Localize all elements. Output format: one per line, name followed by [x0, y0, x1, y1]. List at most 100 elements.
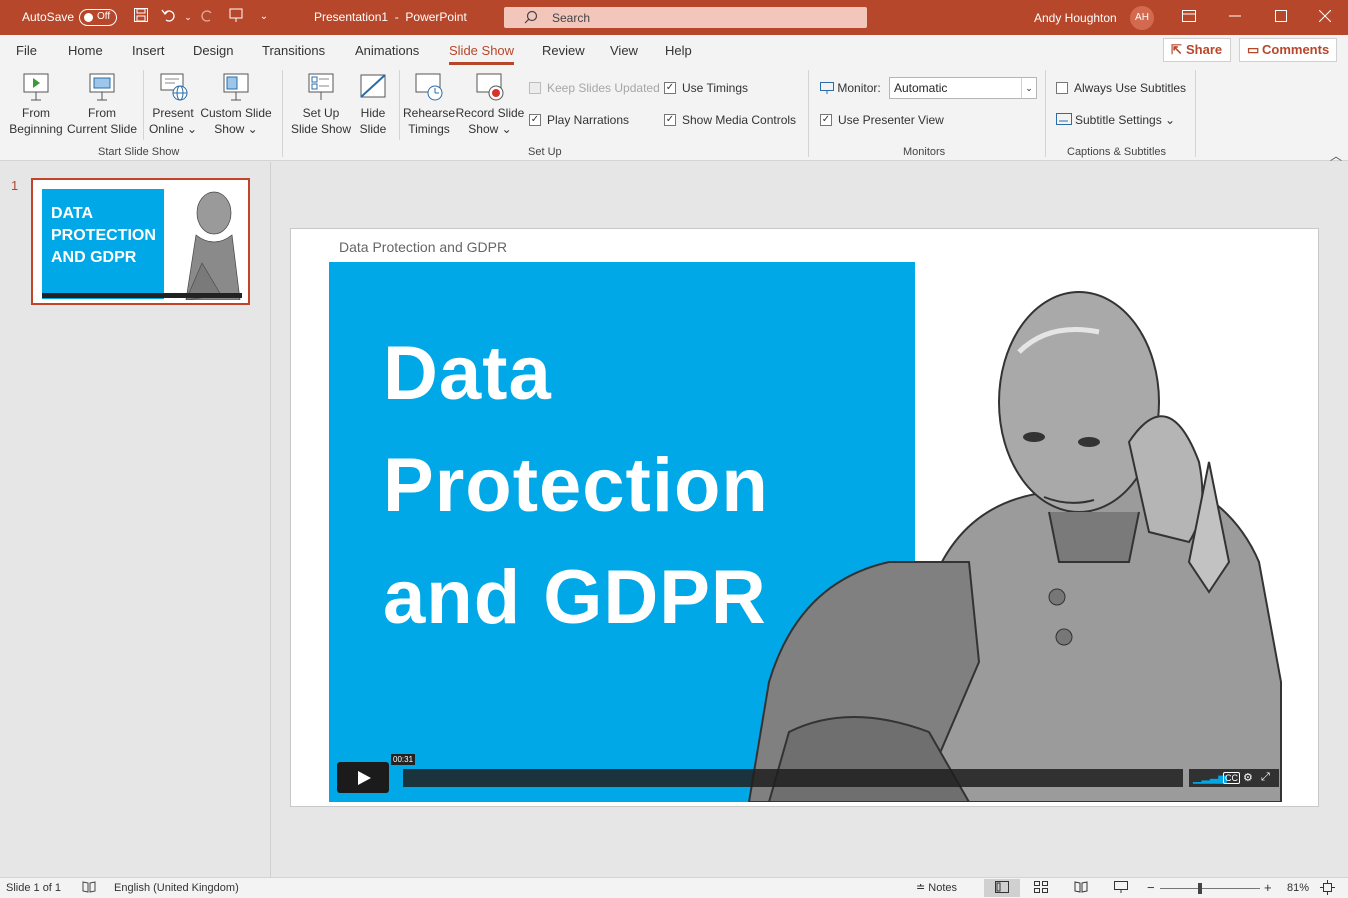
- tab-review[interactable]: Review: [542, 43, 585, 58]
- slide-canvas[interactable]: Data Protection and GDPR Data Protection: [290, 228, 1319, 807]
- checkbox-box: [1056, 82, 1068, 94]
- comments-button[interactable]: ▭ Comments: [1239, 38, 1337, 62]
- subtitle-settings-label: Subtitle Settings ⌄: [1075, 113, 1176, 127]
- play-narrations-label: Play Narrations: [547, 113, 630, 127]
- group-label-monitors: Monitors: [903, 146, 946, 158]
- tab-design[interactable]: Design: [193, 43, 233, 58]
- title-separator: -: [394, 10, 399, 24]
- language-indicator[interactable]: English (United Kingdom): [114, 882, 239, 894]
- always-use-subtitles-label: Always Use Subtitles: [1074, 81, 1187, 95]
- keep-slides-updated-label: Keep Slides Updated: [547, 81, 660, 95]
- zoom-out-icon[interactable]: −: [1147, 880, 1155, 895]
- from-beginning-button[interactable]: From Beginning: [6, 71, 66, 137]
- share-button[interactable]: ⇱ Share: [1163, 38, 1231, 62]
- subtitle-settings-icon: [1056, 113, 1072, 125]
- tab-animations[interactable]: Animations: [355, 43, 419, 58]
- slide-number: 1: [11, 178, 19, 193]
- slideshow-view-icon[interactable]: [1114, 881, 1128, 896]
- custom-show-label-1: Custom Slide: [200, 106, 272, 120]
- play-icon[interactable]: [337, 762, 389, 793]
- use-timings-label: Use Timings: [682, 81, 749, 95]
- slide-sorter-icon[interactable]: [1034, 881, 1048, 896]
- embedded-video[interactable]: Data Protection and GDPR 00:31 ▁▂▃▅ CC ⚙…: [329, 262, 1284, 802]
- notes-button[interactable]: ≐ Notes: [916, 881, 957, 894]
- tab-file[interactable]: File: [16, 43, 37, 58]
- set-up-label-2: Slide Show: [290, 122, 352, 136]
- slide-thumbnail[interactable]: DATA PROTECTION AND GDPR: [31, 178, 250, 305]
- zoom-level[interactable]: 81%: [1287, 882, 1309, 894]
- hide-slide-icon: [360, 74, 386, 98]
- hide-slide-button[interactable]: Hide Slide: [354, 71, 392, 137]
- minimize-icon[interactable]: [1212, 0, 1258, 35]
- monitor-label-text: Monitor:: [837, 81, 881, 95]
- record-label-2: Show ⌄: [468, 122, 512, 136]
- svg-text:PROTECTION: PROTECTION: [51, 227, 156, 244]
- present-online-label-1: Present: [152, 106, 194, 120]
- slideshow-current-icon: [89, 73, 115, 101]
- maximize-icon[interactable]: [1258, 0, 1304, 35]
- closed-captions-icon[interactable]: CC: [1223, 772, 1240, 784]
- redo-icon[interactable]: [196, 7, 218, 27]
- start-from-beginning-icon[interactable]: [225, 7, 247, 27]
- thumbnail-image: DATA PROTECTION AND GDPR: [36, 183, 245, 300]
- user-name[interactable]: Andy Houghton: [1034, 11, 1117, 25]
- custom-slide-show-button[interactable]: Custom Slide Show ⌄: [199, 71, 273, 137]
- zoom-slider-thumb[interactable]: [1198, 883, 1202, 894]
- slide-title-line-2: Protection: [383, 443, 769, 528]
- reading-view-icon[interactable]: [1074, 881, 1088, 896]
- checkmark-icon: ✓: [664, 114, 676, 126]
- present-online-button[interactable]: Present Online ⌄: [146, 71, 200, 137]
- tab-transitions[interactable]: Transitions: [262, 43, 325, 58]
- record-slide-show-button[interactable]: Record Slide Show ⌄: [455, 71, 525, 137]
- normal-view-icon: [995, 881, 1009, 896]
- monitor-icon: [820, 82, 834, 94]
- avatar[interactable]: AH: [1130, 6, 1154, 30]
- slide-title-line-3: and GDPR: [383, 555, 767, 640]
- search-box[interactable]: Search: [504, 7, 867, 28]
- svg-text:AND GDPR: AND GDPR: [51, 249, 137, 266]
- checkbox-box: [529, 82, 541, 94]
- tab-help[interactable]: Help: [665, 43, 692, 58]
- group-separator: [282, 70, 283, 157]
- status-bar: Slide 1 of 1 English (United Kingdom) ≐ …: [0, 877, 1348, 898]
- tab-home[interactable]: Home: [68, 43, 103, 58]
- zoom-in-icon[interactable]: +: [1264, 880, 1272, 895]
- tab-slide-show[interactable]: Slide Show: [449, 43, 515, 65]
- slide-counter: Slide 1 of 1: [6, 882, 62, 894]
- ribbon-display-options-icon[interactable]: [1166, 0, 1212, 35]
- zoom-slider-track[interactable]: [1160, 888, 1260, 889]
- customize-toolbar-icon[interactable]: ⌄: [253, 7, 275, 27]
- checkmark-icon: ✓: [664, 82, 676, 94]
- rehearse-timings-icon: [415, 73, 443, 101]
- settings-gear-icon[interactable]: ⚙: [1243, 771, 1253, 784]
- search-placeholder: Search: [552, 11, 591, 25]
- tab-view[interactable]: View: [610, 43, 638, 58]
- video-control-icons: ▁▂▃▅ CC ⚙ ⤢: [1189, 769, 1279, 787]
- rehearse-timings-button[interactable]: Rehearse Timings: [402, 71, 456, 137]
- from-current-slide-button[interactable]: From Current Slide: [66, 71, 138, 137]
- monitor-select[interactable]: Automatic ⌄: [889, 77, 1037, 99]
- tab-insert[interactable]: Insert: [132, 43, 165, 58]
- show-media-controls-label: Show Media Controls: [682, 113, 797, 127]
- from-beginning-label-1: From: [22, 106, 50, 120]
- accessibility-icon[interactable]: [82, 881, 96, 896]
- volume-icon[interactable]: ▁▂▃▅: [1193, 771, 1227, 784]
- video-seek-bar[interactable]: [395, 769, 1183, 787]
- use-presenter-view-label: Use Presenter View: [838, 113, 944, 127]
- app-name: PowerPoint: [405, 10, 467, 24]
- autosave-toggle[interactable]: Off: [79, 9, 117, 26]
- set-up-label-1: Set Up: [302, 106, 340, 120]
- slide-thumbnails-pane: 1 DATA PROTECTION AND GDPR: [0, 162, 271, 877]
- autosave-state: Off: [97, 11, 111, 22]
- set-up-slide-show-button[interactable]: Set Up Slide Show: [289, 71, 353, 137]
- divider: [143, 70, 144, 140]
- save-icon[interactable]: [130, 7, 152, 27]
- notes-icon: ≐: [916, 882, 926, 894]
- fullscreen-icon[interactable]: ⤢: [1261, 771, 1270, 784]
- rehearse-label-1: Rehearse: [402, 106, 456, 120]
- fit-to-window-icon[interactable]: [1320, 880, 1335, 898]
- search-icon: [524, 10, 538, 27]
- collapse-ribbon-icon[interactable]: ︿: [1330, 147, 1342, 164]
- close-icon[interactable]: [1302, 0, 1348, 35]
- chevron-down-icon: ⌄: [1021, 78, 1036, 98]
